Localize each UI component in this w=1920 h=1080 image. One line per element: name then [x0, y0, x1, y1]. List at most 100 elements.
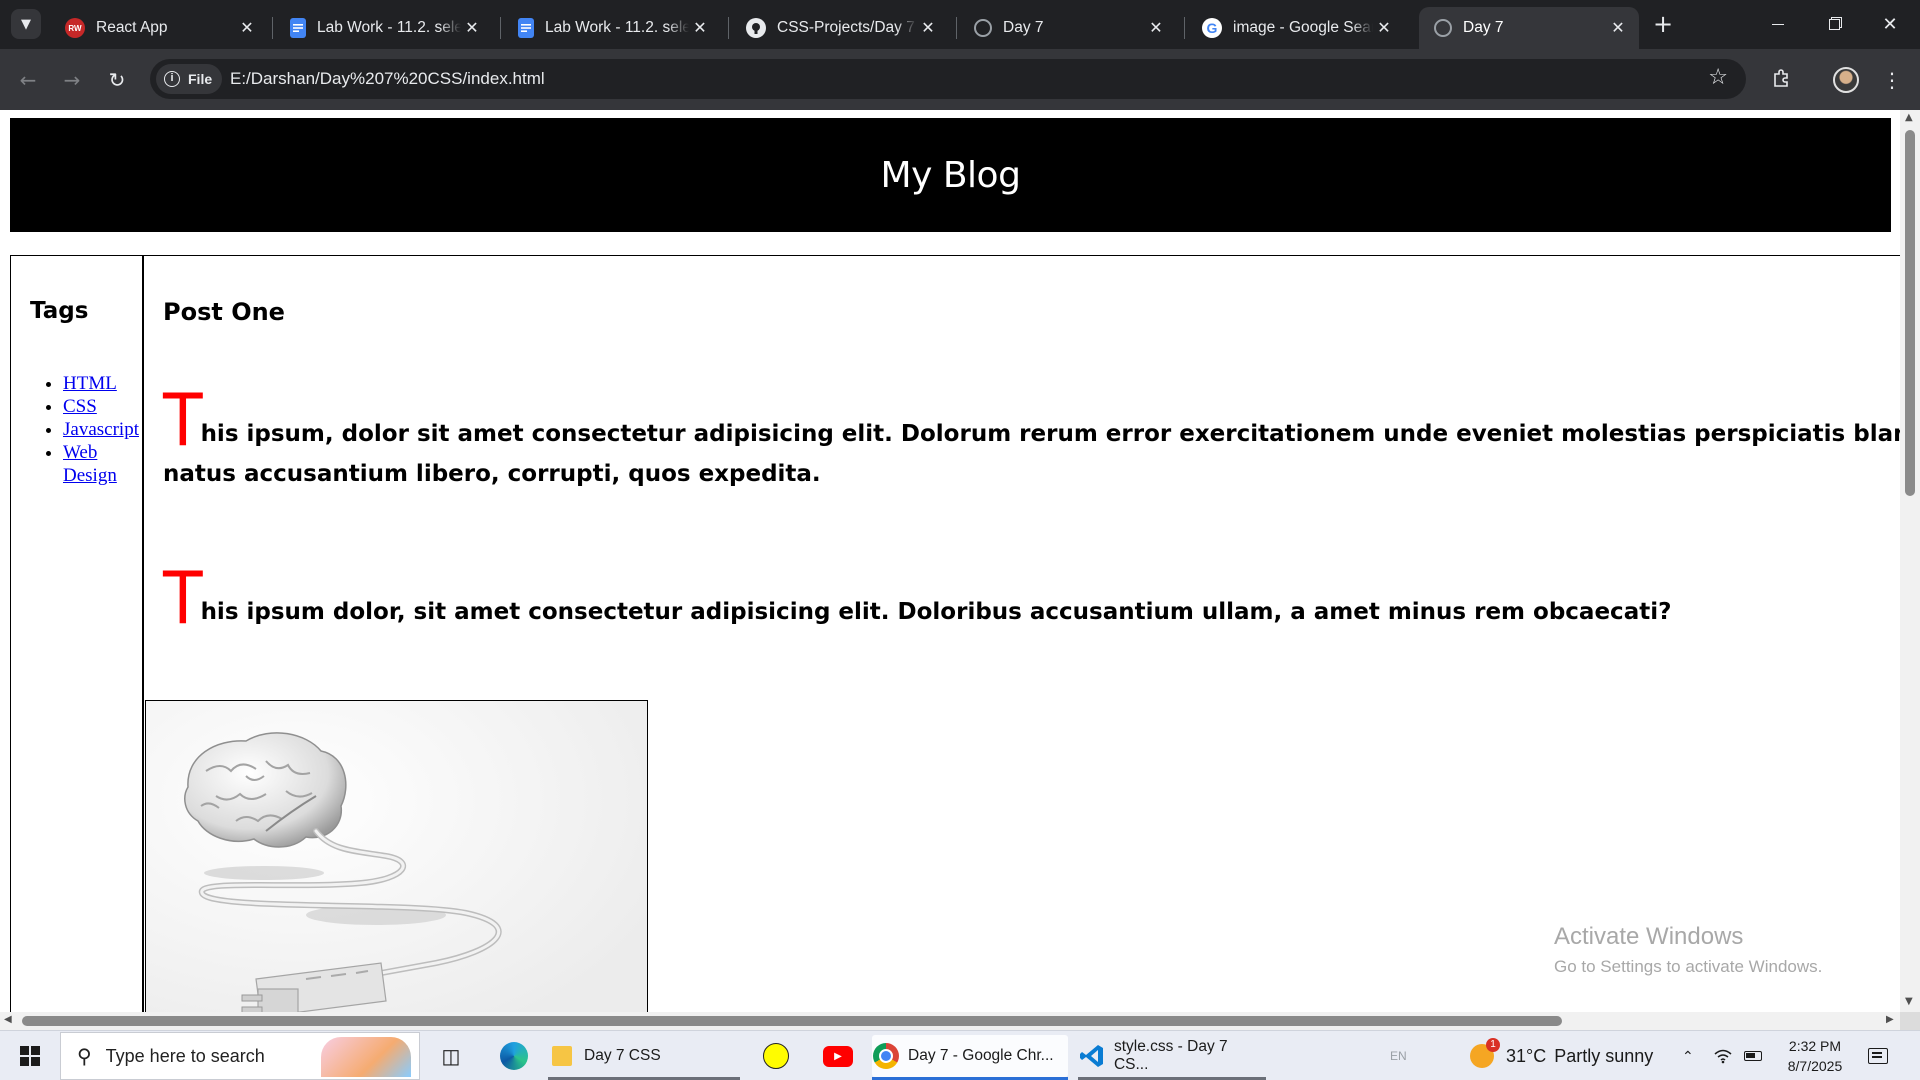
post-paragraph-2: This ipsum dolor, sit amet consectetur a…: [163, 562, 1900, 634]
tray-overflow-button[interactable]: ⌃: [1682, 1031, 1694, 1080]
paragraph-line: natus accusantium libero, corrupti, quos…: [163, 461, 821, 487]
close-icon[interactable]: ✕: [236, 17, 258, 39]
close-icon[interactable]: ✕: [1373, 17, 1395, 39]
google-icon: G: [1202, 18, 1222, 38]
brain-plug-illustration: [146, 701, 647, 1012]
scrollbar-corner: [1900, 1012, 1920, 1030]
restore-button[interactable]: [1806, 0, 1862, 49]
clock-time: 2:32 PM: [1788, 1038, 1842, 1054]
tag-list: HTML CSS Javascript Web Design: [63, 372, 153, 487]
clock-date: 8/7/2025: [1787, 1058, 1843, 1074]
battery-icon[interactable]: [1744, 1031, 1762, 1080]
post-title: Post One: [163, 298, 285, 326]
search-placeholder: Type here to search: [105, 1045, 265, 1066]
language-indicator[interactable]: EN: [1390, 1031, 1407, 1080]
close-icon[interactable]: ✕: [1145, 17, 1167, 39]
tab-search-button[interactable]: ▼: [11, 9, 41, 39]
chrome-menu-button[interactable]: ⋮: [1876, 64, 1908, 96]
tag-link-css[interactable]: CSS: [63, 396, 97, 417]
watermark-title: Activate Windows: [1554, 923, 1744, 950]
tags-heading: Tags: [30, 298, 89, 324]
chevron-up-icon: ⌃: [1682, 1047, 1694, 1064]
google-docs-icon: [290, 18, 306, 38]
paragraph-line: This ipsum dolor, sit amet consectetur a…: [163, 562, 1900, 634]
windows-logo-icon: [20, 1046, 40, 1066]
tab-day-7-active[interactable]: Day 7 ✕: [1419, 7, 1639, 49]
url-text[interactable]: E:/Darshan/Day%207%20CSS/index.html: [230, 69, 545, 89]
vscode-taskbar-button[interactable]: style.css - Day 7 CS...: [1078, 1035, 1266, 1080]
forward-button[interactable]: →: [56, 64, 88, 96]
horizontal-scrollbar[interactable]: ◀ ▶: [0, 1012, 1900, 1030]
tab-divider: [272, 17, 273, 39]
site-info-label: File: [188, 71, 213, 87]
list-item: Web Design: [63, 441, 153, 487]
chrome-taskbar-button[interactable]: Day 7 - Google Chr...: [872, 1035, 1068, 1080]
vscode-icon: [1078, 1042, 1106, 1070]
chevron-down-icon: ▼: [21, 16, 31, 32]
arrow-right-icon: →: [63, 68, 81, 92]
vertical-scrollbar[interactable]: ▲ ▼: [1900, 110, 1920, 1012]
address-bar[interactable]: i File E:/Darshan/Day%207%20CSS/index.ht…: [150, 59, 1746, 99]
close-icon[interactable]: ✕: [461, 17, 483, 39]
notification-icon: [1868, 1048, 1888, 1064]
file-explorer-taskbar-button[interactable]: Day 7 CSS: [548, 1035, 740, 1080]
youtube-taskbar-button[interactable]: ▶: [818, 1035, 858, 1077]
search-highlight-icon: [321, 1037, 411, 1077]
snapchat-taskbar-button[interactable]: [756, 1035, 796, 1077]
github-icon: [746, 18, 766, 38]
site-info-chip[interactable]: i File: [156, 64, 223, 94]
tag-link-html[interactable]: HTML: [63, 373, 117, 394]
reload-icon: ↻: [108, 68, 126, 92]
tab-css-projects[interactable]: CSS-Projects/Day 7 C ✕: [731, 7, 949, 49]
bookmark-star-icon[interactable]: ☆: [1708, 65, 1728, 90]
tab-divider: [956, 17, 957, 39]
tab-react-app[interactable]: RW React App ✕: [50, 7, 268, 49]
chrome-icon: [872, 1042, 900, 1070]
tab-lab-work-1[interactable]: Lab Work - 11.2. selec ✕: [275, 7, 493, 49]
tab-title: Day 7: [1003, 19, 1044, 36]
blog-title: My Blog: [880, 154, 1021, 196]
list-item: HTML: [63, 372, 153, 395]
info-icon: i: [164, 71, 180, 87]
notifications-button[interactable]: [1868, 1031, 1888, 1080]
globe-icon: [974, 19, 992, 37]
tag-link-web-design[interactable]: Web Design: [63, 442, 117, 486]
vertical-scroll-thumb[interactable]: [1905, 130, 1915, 496]
taskbar-search-box[interactable]: ⚲ Type here to search: [60, 1032, 420, 1080]
close-window-button[interactable]: ✕: [1862, 0, 1918, 49]
clock[interactable]: 2:32 PM 8/7/2025: [1780, 1031, 1850, 1080]
scroll-up-icon[interactable]: ▲: [1905, 112, 1913, 123]
tab-day-7[interactable]: Day 7 ✕: [959, 7, 1177, 49]
edge-taskbar-button[interactable]: [492, 1035, 536, 1077]
tab-google-search[interactable]: G image - Google Sear ✕: [1187, 7, 1405, 49]
extensions-button[interactable]: [1765, 64, 1797, 96]
back-button[interactable]: ←: [12, 64, 44, 96]
tab-title: Lab Work - 11.2. selec: [317, 19, 461, 36]
tab-title: Lab Work - 11.2. selec: [545, 19, 689, 36]
browser-toolbar: ← → ↻ i File E:/Darshan/Day%207%20CSS/in…: [0, 49, 1920, 110]
weather-widget[interactable]: 1 31°C Partly sunny: [1470, 1031, 1653, 1080]
profile-button[interactable]: [1830, 64, 1862, 96]
weather-temp: 31°C: [1506, 1045, 1547, 1066]
network-icon[interactable]: [1714, 1031, 1732, 1080]
weather-condition: Partly sunny: [1554, 1045, 1654, 1066]
taskbar-app-label: Day 7 CSS: [584, 1047, 661, 1064]
close-icon[interactable]: ✕: [689, 17, 711, 39]
close-icon[interactable]: ✕: [917, 17, 939, 39]
minimize-button[interactable]: [1750, 0, 1806, 49]
tag-link-javascript[interactable]: Javascript: [63, 419, 139, 440]
tab-lab-work-2[interactable]: Lab Work - 11.2. selec ✕: [503, 7, 721, 49]
scroll-left-icon[interactable]: ◀: [4, 1014, 12, 1025]
reload-button[interactable]: ↻: [101, 64, 133, 96]
close-icon[interactable]: ✕: [1607, 17, 1629, 39]
scroll-down-icon[interactable]: ▼: [1905, 996, 1913, 1007]
tab-strip: ▼ RW React App ✕ Lab Work - 11.2. selec …: [0, 0, 1920, 49]
scroll-right-icon[interactable]: ▶: [1886, 1014, 1894, 1025]
drop-cap: T: [163, 556, 203, 640]
task-view-button[interactable]: ◫: [432, 1035, 470, 1077]
start-button[interactable]: [10, 1041, 50, 1071]
post-main: Post One This ipsum, dolor sit amet cons…: [145, 256, 1900, 1012]
horizontal-scroll-thumb[interactable]: [22, 1016, 1562, 1026]
new-tab-button[interactable]: +: [1648, 10, 1678, 40]
paragraph-text: his ipsum dolor, sit amet consectetur ad…: [200, 599, 1672, 625]
